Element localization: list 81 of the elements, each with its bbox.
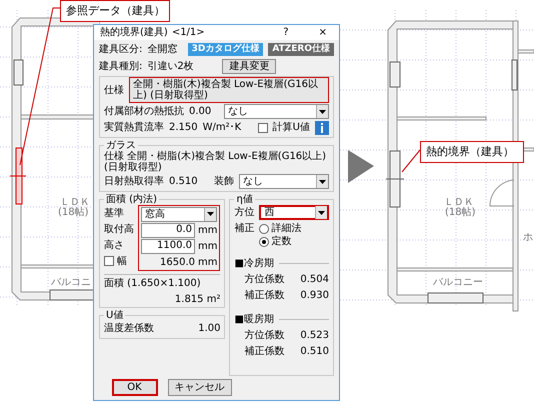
direction-select[interactable]: 西 bbox=[259, 205, 329, 220]
field-value: 0.00 bbox=[189, 106, 212, 117]
dropdown-caret-icon bbox=[316, 105, 328, 118]
field-label: 装飾 bbox=[214, 176, 234, 187]
section-title: ■暖房期 bbox=[234, 314, 274, 325]
window-title: 熱的境界(建具) bbox=[100, 27, 168, 38]
callout-label: 熱的境界（建具） bbox=[420, 141, 524, 163]
field-label: 温度差係数 bbox=[104, 323, 154, 334]
field-label: 建具区分: bbox=[99, 44, 142, 55]
field-label: 補正係数 bbox=[244, 290, 284, 303]
field-value: 引違い2枚 bbox=[147, 61, 195, 72]
field-value: 0.523 bbox=[300, 330, 329, 343]
group-title: ガラス bbox=[105, 140, 137, 151]
field-value: 2.150 bbox=[169, 122, 198, 133]
field-label: 仕様 bbox=[104, 84, 124, 96]
triangle-arrow-icon bbox=[348, 150, 374, 183]
callout-label: 参照データ（建具） bbox=[60, 0, 170, 22]
group-title: 面積 (内法) bbox=[105, 194, 158, 205]
field-value: 0.510 bbox=[169, 176, 199, 187]
page-counter: <1/1> bbox=[172, 27, 206, 38]
room-label: ＬＤＫ bbox=[444, 198, 474, 208]
field-label: 日射熱取得率 bbox=[104, 176, 164, 187]
help-button[interactable]: ? bbox=[277, 26, 295, 39]
checkbox[interactable] bbox=[104, 256, 114, 266]
radio-label: 定数 bbox=[271, 236, 292, 247]
change-fitting-button[interactable]: 建具変更 bbox=[222, 59, 276, 74]
group-title: η値 bbox=[235, 194, 254, 205]
field-value: 0.930 bbox=[300, 290, 329, 303]
field-label: 方位係数 bbox=[244, 330, 284, 343]
dropdown-caret-icon bbox=[316, 175, 328, 188]
area-value: 1.815 m² bbox=[174, 294, 220, 305]
room-label: ホ bbox=[523, 233, 533, 243]
unit-label: W/m²･K bbox=[202, 122, 242, 133]
ok-button[interactable]: OK bbox=[112, 379, 158, 396]
radio-button[interactable] bbox=[259, 224, 270, 234]
field-label: 付属部材の熱抵抗 bbox=[104, 106, 184, 117]
highlighted-window-drawing bbox=[10, 148, 26, 204]
balcony-label: バルコニー bbox=[433, 278, 483, 288]
field-value: 0.510 bbox=[300, 346, 329, 359]
leader-line bbox=[402, 150, 420, 172]
field-value: 全開窓 bbox=[147, 44, 178, 55]
close-button[interactable]: × bbox=[312, 26, 333, 39]
field-label: 方位 bbox=[234, 207, 254, 218]
checkbox[interactable] bbox=[258, 122, 268, 132]
field-value: 1650.0 bbox=[159, 256, 195, 268]
field-label: 基準 bbox=[104, 206, 125, 220]
cancel-button[interactable]: キャンセル bbox=[168, 379, 232, 396]
accessory-select[interactable]: なし bbox=[224, 104, 329, 119]
field-value: 1.00 bbox=[198, 323, 220, 334]
unit-label: mm bbox=[198, 224, 218, 236]
section-title: ■冷房期 bbox=[234, 258, 274, 269]
radio-button[interactable] bbox=[259, 236, 270, 246]
room-label: ＬＤＫ bbox=[60, 198, 90, 208]
group-title: U値 bbox=[105, 310, 124, 321]
input-field[interactable]: 1100.0 bbox=[141, 238, 195, 254]
balcony-label: バルコニ bbox=[51, 278, 91, 288]
field-label: 建具種別: bbox=[99, 61, 142, 72]
unit-label: mm bbox=[198, 256, 218, 268]
radio-label: 詳細法 bbox=[271, 223, 302, 234]
glass-spec-text: 仕様 全開・樹脂(木)複合製 Low-E複層(G16以上) (日射取得型) bbox=[104, 151, 328, 173]
room-size-label: (18帖) bbox=[58, 208, 89, 218]
mode-tab[interactable]: ATZERO仕様 bbox=[268, 42, 334, 56]
unit-label: mm bbox=[198, 240, 218, 252]
room-size-label: (18帖) bbox=[445, 208, 476, 218]
field-label: 方位係数 bbox=[244, 274, 284, 287]
basis-select[interactable]: 窓高 bbox=[141, 206, 218, 222]
checkbox-label: 計算U値 bbox=[272, 122, 310, 133]
spec-button[interactable]: 全開・樹脂(木)複合製 Low-E複層(G16以上) (日射取得型) bbox=[129, 77, 329, 103]
dropdown-caret-icon bbox=[204, 208, 216, 220]
area-label: 面積 (1.650×1.100) bbox=[104, 278, 201, 289]
input-field[interactable]: 0.0 bbox=[141, 222, 195, 238]
dropdown-caret-icon bbox=[315, 206, 327, 219]
field-label: 取付高 bbox=[104, 222, 134, 236]
info-icon[interactable] bbox=[315, 120, 329, 134]
field-label: 補正 bbox=[234, 223, 254, 234]
field-value: 0.504 bbox=[300, 274, 329, 287]
field-label: 実質熱貫流率 bbox=[104, 122, 164, 133]
checkbox-label: 幅 bbox=[117, 256, 127, 266]
decoration-select[interactable]: なし bbox=[239, 174, 329, 189]
field-label: 補正係数 bbox=[244, 346, 284, 359]
field-label: 高さ bbox=[104, 238, 125, 252]
